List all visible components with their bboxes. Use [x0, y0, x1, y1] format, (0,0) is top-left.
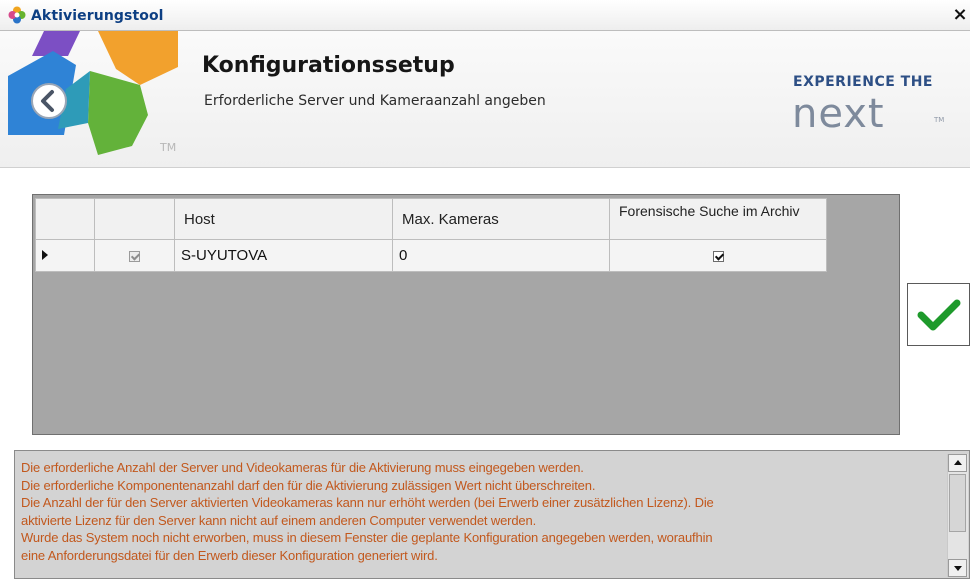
- cell-host[interactable]: S-UYUTOVA: [174, 239, 393, 272]
- info-line: Die Anzahl der für den Server aktivierte…: [21, 495, 714, 511]
- info-line: aktivierte Lizenz für den Server kann ni…: [21, 512, 537, 528]
- brand-wordmark: next: [792, 91, 885, 137]
- header-banner: TM Konfigurationssetup Erforderliche Ser…: [0, 31, 970, 168]
- info-text: Die erforderliche Anzahl der Server und …: [21, 459, 941, 565]
- back-arrow-icon[interactable]: [29, 81, 69, 121]
- page-subtitle: Erforderliche Server und Kameraanzahl an…: [204, 93, 546, 109]
- title-bar: Aktivierungstool ×: [0, 0, 970, 31]
- column-header-indicator: [35, 198, 95, 240]
- info-line: Wurde das System noch nicht erworben, mu…: [21, 530, 713, 546]
- apply-button[interactable]: [907, 283, 970, 346]
- scroll-up-button[interactable]: [948, 454, 967, 472]
- cell-enabled[interactable]: [94, 239, 175, 272]
- cell-forensic-search[interactable]: [609, 239, 827, 272]
- page-title: Konfigurationssetup: [202, 53, 455, 78]
- forensic-search-checkbox[interactable]: [712, 250, 724, 262]
- table-row[interactable]: S-UYUTOVA 0: [35, 239, 827, 272]
- cell-max-cameras[interactable]: 0: [392, 239, 610, 272]
- info-line: Die erforderliche Anzahl der Server und …: [21, 460, 584, 475]
- brand-tm: TM: [934, 116, 945, 124]
- info-line: Die erforderliche Komponentenanzahl darf…: [21, 477, 596, 493]
- configuration-table: Host Max. Kameras Forensische Suche im A…: [35, 198, 827, 272]
- column-header-host[interactable]: Host: [174, 198, 393, 240]
- scroll-down-icon: [954, 566, 962, 571]
- column-header-forensic-search[interactable]: Forensische Suche im Archiv: [609, 198, 827, 240]
- tm-mark: TM: [160, 141, 177, 154]
- enabled-checkbox[interactable]: [129, 250, 140, 262]
- flower-app-icon: [8, 6, 26, 24]
- window-title: Aktivierungstool: [31, 8, 164, 24]
- info-line: eine Anforderungsdatei für den Erwerb di…: [21, 547, 438, 563]
- column-header-max-cameras[interactable]: Max. Kameras: [392, 198, 610, 240]
- table-header-row: Host Max. Kameras Forensische Suche im A…: [35, 198, 827, 240]
- row-pointer-icon: [42, 250, 48, 260]
- brand-tagline: EXPERIENCE THE: [793, 74, 933, 90]
- brand-logo: EXPERIENCE THE next TM: [778, 74, 958, 144]
- close-button[interactable]: ×: [952, 5, 968, 25]
- configuration-grid-panel: Host Max. Kameras Forensische Suche im A…: [32, 194, 900, 435]
- scroll-up-icon: [954, 460, 962, 465]
- info-panel: Die erforderliche Anzahl der Server und …: [14, 450, 970, 579]
- column-header-enabled: [94, 198, 175, 240]
- row-indicator[interactable]: [35, 239, 95, 272]
- scroll-down-button[interactable]: [948, 559, 967, 577]
- vertical-scrollbar[interactable]: [947, 454, 968, 577]
- scroll-thumb[interactable]: [949, 474, 966, 532]
- checkmark-icon: [917, 299, 961, 331]
